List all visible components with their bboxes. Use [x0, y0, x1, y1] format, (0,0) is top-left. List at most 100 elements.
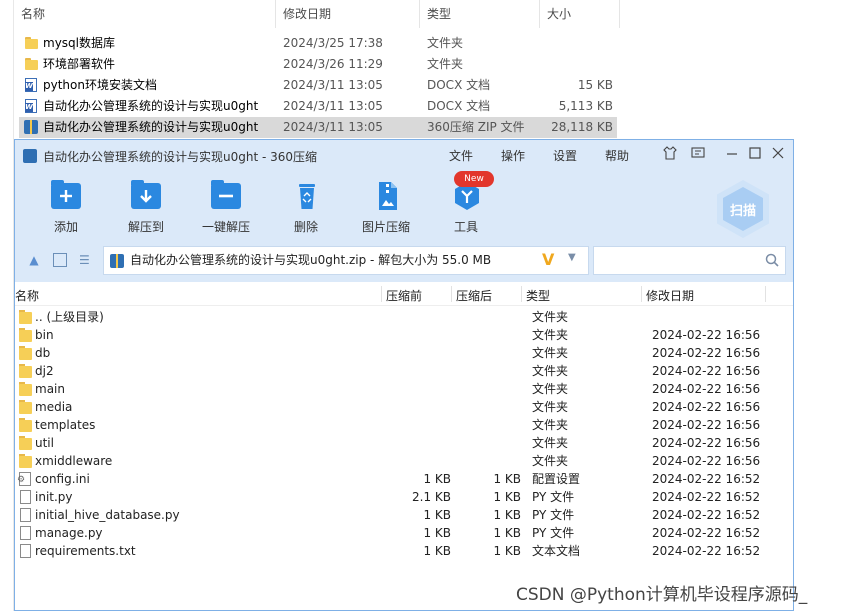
file-row[interactable]: templates 文件夹 2024-02-22 16:56 [15, 416, 793, 434]
menu-action[interactable]: 操作 [501, 147, 525, 164]
docx-icon [25, 78, 37, 92]
header-original[interactable]: 压缩后 [456, 287, 492, 304]
file-row[interactable]: dj2 文件夹 2024-02-22 16:56 [15, 362, 793, 380]
folder-icon [19, 328, 32, 342]
menu-file[interactable]: 文件 [449, 147, 473, 164]
explorer-row[interactable]: mysql数据库 2024/3/25 17:38 文件夹 [19, 33, 617, 54]
header-name[interactable]: 名称 [15, 287, 39, 304]
explorer-row-date: 2024/3/25 17:38 [283, 36, 383, 50]
column-header-size[interactable]: 大小 [540, 0, 620, 28]
file-row[interactable]: media 文件夹 2024-02-22 16:56 [15, 398, 793, 416]
explorer-row-selected[interactable]: 自动化办公管理系统的设计与实现u0ght 2024/3/11 13:05 360… [19, 117, 617, 138]
delete-button[interactable]: 删除 [275, 176, 337, 238]
menu-settings[interactable]: 设置 [553, 147, 577, 164]
file-row[interactable]: manage.py 1 KB 1 KB PY 文件 2024-02-22 16:52 [15, 524, 793, 542]
image-compress-label: 图片压缩 [361, 220, 410, 234]
header-date[interactable]: 修改日期 [646, 287, 694, 304]
folder-icon [19, 400, 32, 414]
file-row[interactable]: config.ini 1 KB 1 KB 配置设置 2024-02-22 16:52 [15, 470, 793, 488]
delete-label: 删除 [293, 220, 318, 234]
file-date: 2024-02-22 16:52 [652, 490, 761, 504]
file-row[interactable]: util 文件夹 2024-02-22 16:56 [15, 434, 793, 452]
file-date: 2024-02-22 16:56 [652, 418, 761, 432]
explorer-row-date: 2024/3/11 13:05 [283, 99, 383, 113]
explorer-row-type: 文件夹 [427, 57, 464, 71]
file-name: .. (上级目录) [35, 310, 104, 324]
one-click-extract-icon [211, 180, 243, 211]
menu-help[interactable]: 帮助 [605, 147, 629, 164]
file-name: db [35, 346, 51, 360]
file-row[interactable]: db 文件夹 2024-02-22 16:56 [15, 344, 793, 362]
file-row[interactable]: initial_hive_database.py 1 KB 1 KB PY 文件 202… [15, 506, 793, 524]
title-bar[interactable]: 自动化办公管理系统的设计与实现u0ght - 360压缩 文件 操作 设置 帮助 [15, 140, 793, 172]
file-row[interactable]: .. (上级目录) 文件夹 [15, 308, 793, 326]
skin-icon[interactable] [661, 146, 679, 164]
file-type: 文件夹 [532, 310, 569, 324]
add-label: 添加 [53, 220, 78, 234]
file-name: config.ini [35, 472, 90, 486]
file-date: 2024-02-22 16:56 [652, 346, 761, 360]
explorer-row-type: 文件夹 [427, 36, 464, 50]
header-compressed[interactable]: 压缩前 [386, 287, 422, 304]
file-date: 2024-02-22 16:56 [652, 454, 761, 468]
file-compressed-size: 1 KB [423, 526, 451, 540]
file-date: 2024-02-22 16:52 [652, 508, 761, 522]
file-type: 文件夹 [532, 364, 569, 378]
file-date: 2024-02-22 16:56 [652, 364, 761, 378]
explorer-row[interactable]: 环境部署软件 2024/3/26 11:29 文件夹 [19, 54, 617, 75]
extract-to-button[interactable]: 解压到 [115, 176, 177, 238]
file-compressed-size: 1 KB [423, 472, 451, 486]
column-header-date[interactable]: 修改日期 [276, 0, 420, 28]
file-compressed-size: 1 KB [423, 544, 451, 558]
file-icon [20, 490, 31, 504]
file-row[interactable]: bin 文件夹 2024-02-22 16:56 [15, 326, 793, 344]
one-click-extract-button[interactable]: 一键解压 [195, 176, 257, 238]
file-name: dj2 [35, 364, 54, 378]
file-name: init.py [35, 490, 73, 504]
feedback-icon[interactable] [689, 146, 707, 164]
column-header-type[interactable]: 类型 [420, 0, 540, 28]
address-box[interactable]: 自动化办公管理系统的设计与实现u0ght.zip - 解包大小为 55.0 MB… [103, 246, 589, 275]
list-view-icon[interactable]: ☰ [79, 253, 95, 267]
folder-icon [25, 58, 38, 71]
file-row[interactable]: requirements.txt 1 KB 1 KB 文本文档 2024-02-22 1… [15, 542, 793, 560]
file-type: PY 文件 [532, 490, 575, 504]
header-type[interactable]: 类型 [526, 287, 550, 304]
address-path: 自动化办公管理系统的设计与实现u0ght.zip - 解包大小为 55.0 MB [130, 253, 492, 267]
image-compress-button[interactable]: 图片压缩 [355, 176, 417, 238]
minimize-icon[interactable] [723, 146, 741, 164]
file-list-header: 名称 压缩前 压缩后 类型 修改日期 [15, 282, 793, 306]
zip-icon [24, 120, 38, 134]
explorer-row-size: 5,113 KB [558, 99, 613, 113]
explorer-row[interactable]: 自动化办公管理系统的设计与实现u0ght 2024/3/11 13:05 DOC… [19, 96, 617, 117]
file-name: manage.py [35, 526, 103, 540]
search-input[interactable] [593, 246, 786, 275]
explorer-row-type: 360压缩 ZIP 文件 [427, 120, 525, 134]
file-type: 文本文档 [532, 544, 581, 558]
file-original-size: 1 KB [493, 526, 521, 540]
maximize-icon[interactable] [746, 146, 764, 164]
v-logo-icon[interactable]: V [542, 250, 554, 269]
file-type: PY 文件 [532, 508, 575, 522]
file-row[interactable]: xmiddleware 文件夹 2024-02-22 16:56 [15, 452, 793, 470]
add-button[interactable]: 添加 [35, 176, 97, 238]
thumbnail-view-icon[interactable] [53, 253, 67, 267]
explorer-row[interactable]: python环境安装文档 2024/3/11 13:05 DOCX 文档 15 … [19, 75, 617, 96]
close-icon[interactable] [769, 146, 787, 164]
scan-button[interactable]: 扫描 [717, 180, 769, 238]
folder-icon [19, 364, 32, 378]
file-row[interactable]: init.py 2.1 KB 1 KB PY 文件 2024-02-22 16:52 [15, 488, 793, 506]
app-logo-icon [23, 149, 37, 163]
file-name: bin [35, 328, 54, 342]
chevron-down-icon[interactable]: ▼ [568, 252, 576, 263]
explorer-row-type: DOCX 文档 [427, 99, 491, 113]
file-original-size: 1 KB [493, 508, 521, 522]
search-icon[interactable] [765, 253, 779, 267]
explorer-row-name: 自动化办公管理系统的设计与实现u0ght [43, 99, 259, 113]
up-arrow-icon[interactable]: ▲ [27, 253, 41, 267]
docx-icon [25, 99, 37, 113]
file-row[interactable]: main 文件夹 2024-02-22 16:56 [15, 380, 793, 398]
explorer-row-type: DOCX 文档 [427, 78, 491, 92]
add-icon [51, 180, 83, 211]
window-title: 自动化办公管理系统的设计与实现u0ght - 360压缩 [43, 150, 318, 164]
